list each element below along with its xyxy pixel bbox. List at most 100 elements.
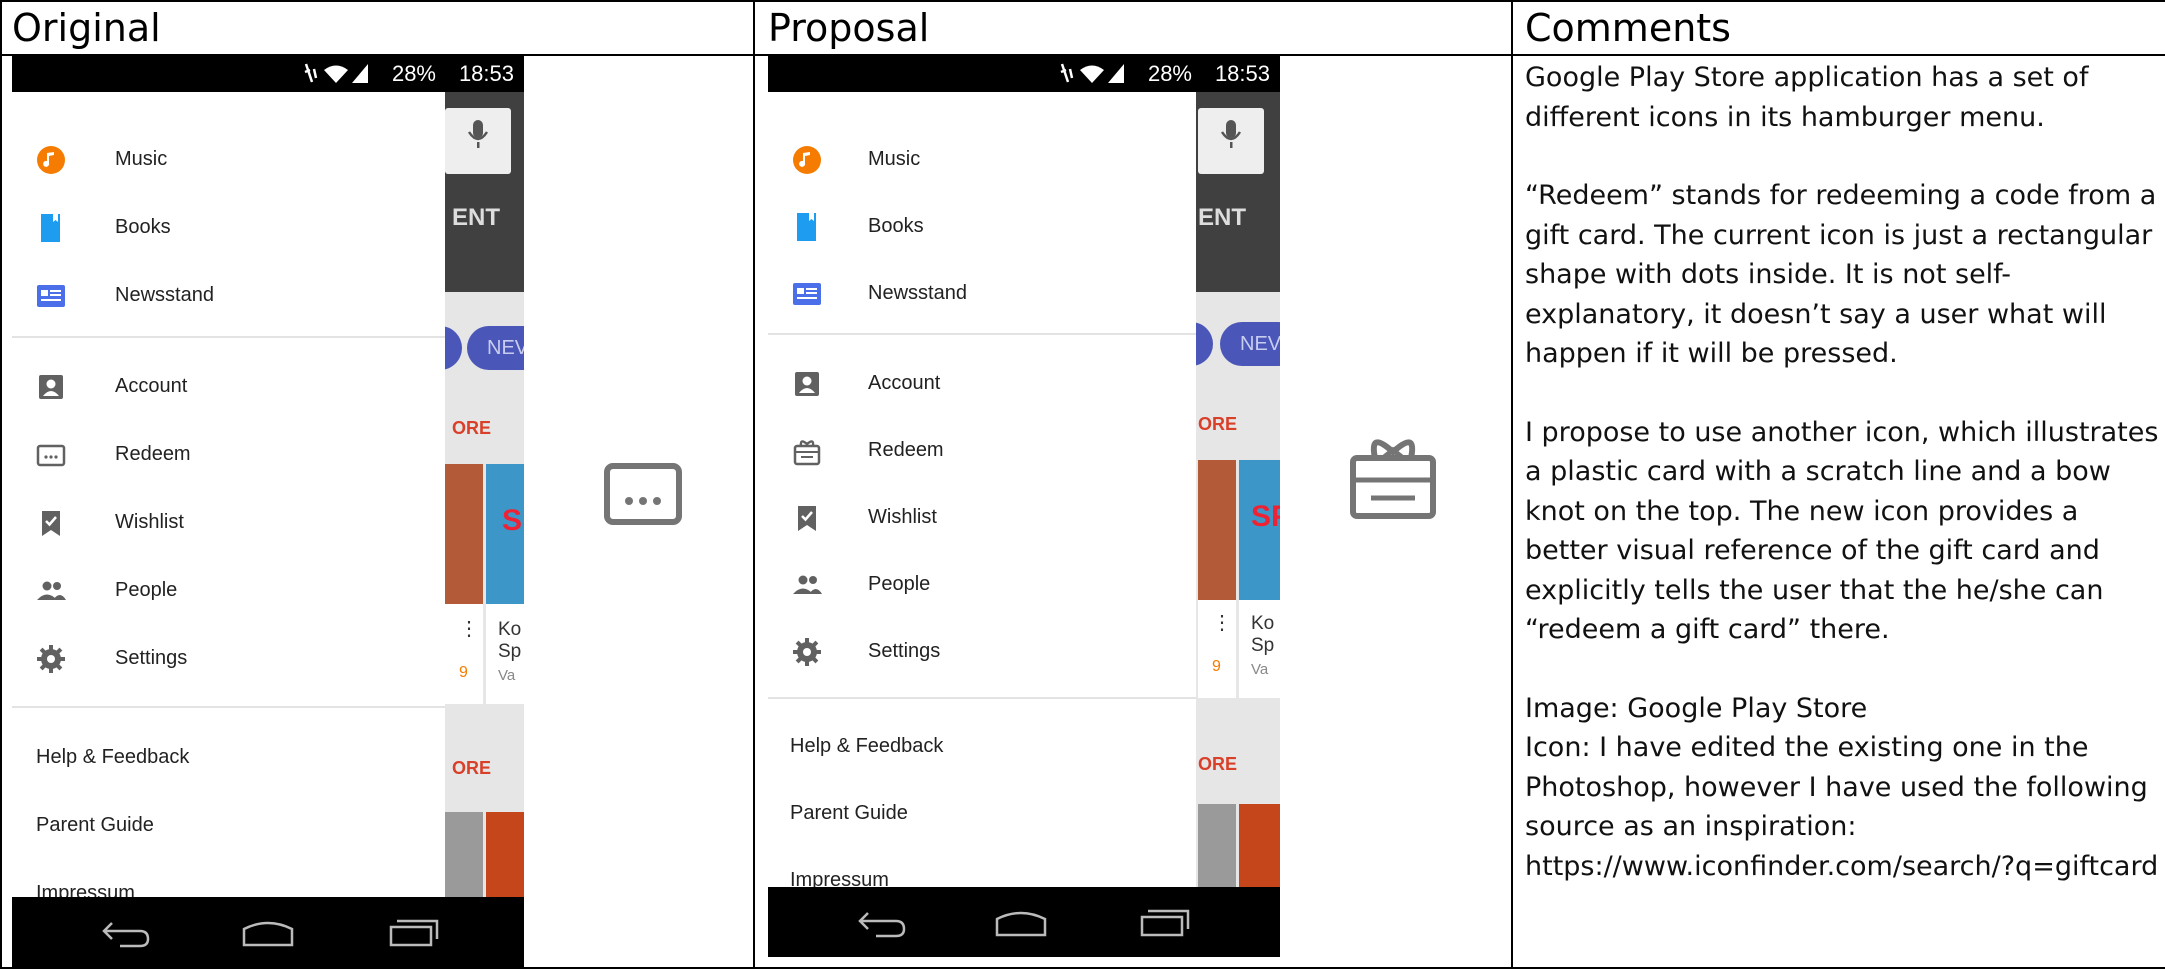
chip-fragment: NEV xyxy=(1220,322,1280,366)
card-subtitle-fragment: Sp xyxy=(1251,635,1275,656)
drawer-item-label: Settings xyxy=(868,640,941,662)
drawer-item-label: Books xyxy=(868,215,924,237)
status-icons xyxy=(1058,60,1128,92)
home-icon[interactable] xyxy=(240,915,296,949)
more-label-2: ORE xyxy=(452,758,492,778)
mute-wifi-signal-icon xyxy=(1060,63,1124,83)
drawer-item-label: Redeem xyxy=(868,439,944,461)
card-subtitle-fragment: Sp xyxy=(498,641,522,662)
status-bar: 28% 18:53 xyxy=(12,56,524,92)
price-fragment: 9 xyxy=(459,664,468,681)
wishlist-icon xyxy=(798,506,816,531)
drawer-item-account[interactable]: Account xyxy=(768,354,1196,414)
more-label-2: ORE xyxy=(1198,754,1238,774)
books-icon xyxy=(797,213,816,241)
android-nav-bar xyxy=(12,897,524,967)
comment-source-icon: Icon: I have edited the existing one in … xyxy=(1525,732,2148,842)
drawer-item-wishlist[interactable]: Wishlist xyxy=(768,488,1196,548)
navigation-drawer: Music Books Newsstand Account Redeem Wis… xyxy=(12,92,445,904)
drawer-item-label: Music xyxy=(868,148,921,170)
proposal-gift-card-icon-large xyxy=(1350,439,1436,519)
drawer-item-label: Account xyxy=(868,372,941,394)
music-icon xyxy=(37,146,65,174)
books-icon xyxy=(41,214,60,242)
gift-card-icon xyxy=(793,440,821,466)
home-icon[interactable] xyxy=(993,905,1049,939)
drawer-item-newsstand[interactable]: Newsstand xyxy=(768,264,1196,324)
comment-source-url[interactable]: https://www.iconfinder.com/search/?q=gif… xyxy=(1525,847,2165,887)
table-divider-1 xyxy=(753,0,755,969)
clock: 18:53 xyxy=(1214,61,1270,86)
wishlist-icon xyxy=(42,511,60,536)
drawer-divider xyxy=(12,706,445,708)
drawer-item-music[interactable]: Music xyxy=(12,130,445,190)
poster-strip-2 xyxy=(1239,804,1280,888)
column-header-comments: Comments xyxy=(1525,6,1731,50)
drawer-item-label: Music xyxy=(115,148,168,170)
drawer-item-label: Redeem xyxy=(115,443,191,465)
drawer-item-label: Account xyxy=(115,375,188,397)
drawer-item-label: Wishlist xyxy=(115,511,184,533)
redeem-icon xyxy=(36,444,66,467)
comment-paragraph-intro: Google Play Store application has a set … xyxy=(1525,62,2089,133)
drawer-item-settings[interactable]: Settings xyxy=(12,629,445,689)
drawer-item-label: Books xyxy=(115,216,171,238)
drawer-item-redeem[interactable]: Redeem xyxy=(12,425,445,485)
card-title-fragment: Ko xyxy=(498,619,522,640)
card-title-fragment: Ko xyxy=(1251,613,1275,634)
drawer-item-label: Newsstand xyxy=(115,284,214,306)
clock: 18:53 xyxy=(458,61,514,86)
card-left: ⋮ 9 xyxy=(1198,460,1236,698)
drawer-item-help-feedback[interactable]: Help & Feedback xyxy=(790,735,943,758)
people-icon xyxy=(793,575,822,594)
table-border-left xyxy=(0,0,2,969)
account-icon xyxy=(795,372,819,396)
battery-level: 28% xyxy=(1147,61,1192,86)
drawer-item-label: Settings xyxy=(115,647,188,669)
poster-strip xyxy=(1198,804,1236,888)
card-left: ⋮ 9 xyxy=(445,464,483,704)
drawer-item-redeem[interactable]: Redeem xyxy=(768,421,1196,481)
drawer-item-label: People xyxy=(115,579,178,601)
back-icon[interactable] xyxy=(100,915,152,949)
chip-fragment: NEV xyxy=(467,326,524,370)
price-fragment: 9 xyxy=(1212,658,1221,675)
table-border-top xyxy=(0,0,2165,2)
drawer-item-wishlist[interactable]: Wishlist xyxy=(12,493,445,553)
app-tab-fragment: ENT xyxy=(452,204,500,231)
drawer-item-books[interactable]: Books xyxy=(768,197,1196,257)
drawer-item-label: Wishlist xyxy=(868,506,937,528)
table-divider-2 xyxy=(1511,0,1513,969)
battery-level: 28% xyxy=(391,61,436,86)
drawer-item-newsstand[interactable]: Newsstand xyxy=(12,266,445,326)
back-icon[interactable] xyxy=(856,905,908,939)
mic-icon xyxy=(445,108,511,174)
drawer-item-books[interactable]: Books xyxy=(12,198,445,258)
drawer-item-parent-guide[interactable]: Parent Guide xyxy=(790,802,908,825)
music-icon xyxy=(793,146,821,174)
card-meta-fragment: Va xyxy=(498,667,516,684)
recents-icon[interactable] xyxy=(387,915,439,949)
drawer-item-music[interactable]: Music xyxy=(768,130,1196,190)
navigation-drawer: Music Books Newsstand Account Redeem Wis… xyxy=(768,92,1196,891)
poster-strip xyxy=(445,812,483,902)
drawer-divider xyxy=(768,697,1196,699)
card-right: SP Ko Sp Va xyxy=(1239,460,1280,698)
recents-icon[interactable] xyxy=(1138,905,1190,939)
drawer-item-parent-guide[interactable]: Parent Guide xyxy=(36,814,154,837)
column-header-proposal: Proposal xyxy=(768,6,930,50)
drawer-item-settings[interactable]: Settings xyxy=(768,622,1196,682)
drawer-item-account[interactable]: Account xyxy=(12,357,445,417)
mic-icon xyxy=(1198,108,1264,174)
drawer-item-people[interactable]: People xyxy=(768,555,1196,615)
people-icon xyxy=(37,581,66,600)
settings-icon xyxy=(793,638,821,666)
newsstand-icon xyxy=(793,283,821,305)
drawer-item-help-feedback[interactable]: Help & Feedback xyxy=(36,746,189,769)
account-icon xyxy=(39,375,63,399)
mute-wifi-signal-icon xyxy=(304,63,368,83)
status-bar: 28% 18:53 xyxy=(768,56,1280,92)
drawer-item-label: Newsstand xyxy=(868,282,967,304)
drawer-item-people[interactable]: People xyxy=(12,561,445,621)
drawer-divider xyxy=(768,333,1196,335)
